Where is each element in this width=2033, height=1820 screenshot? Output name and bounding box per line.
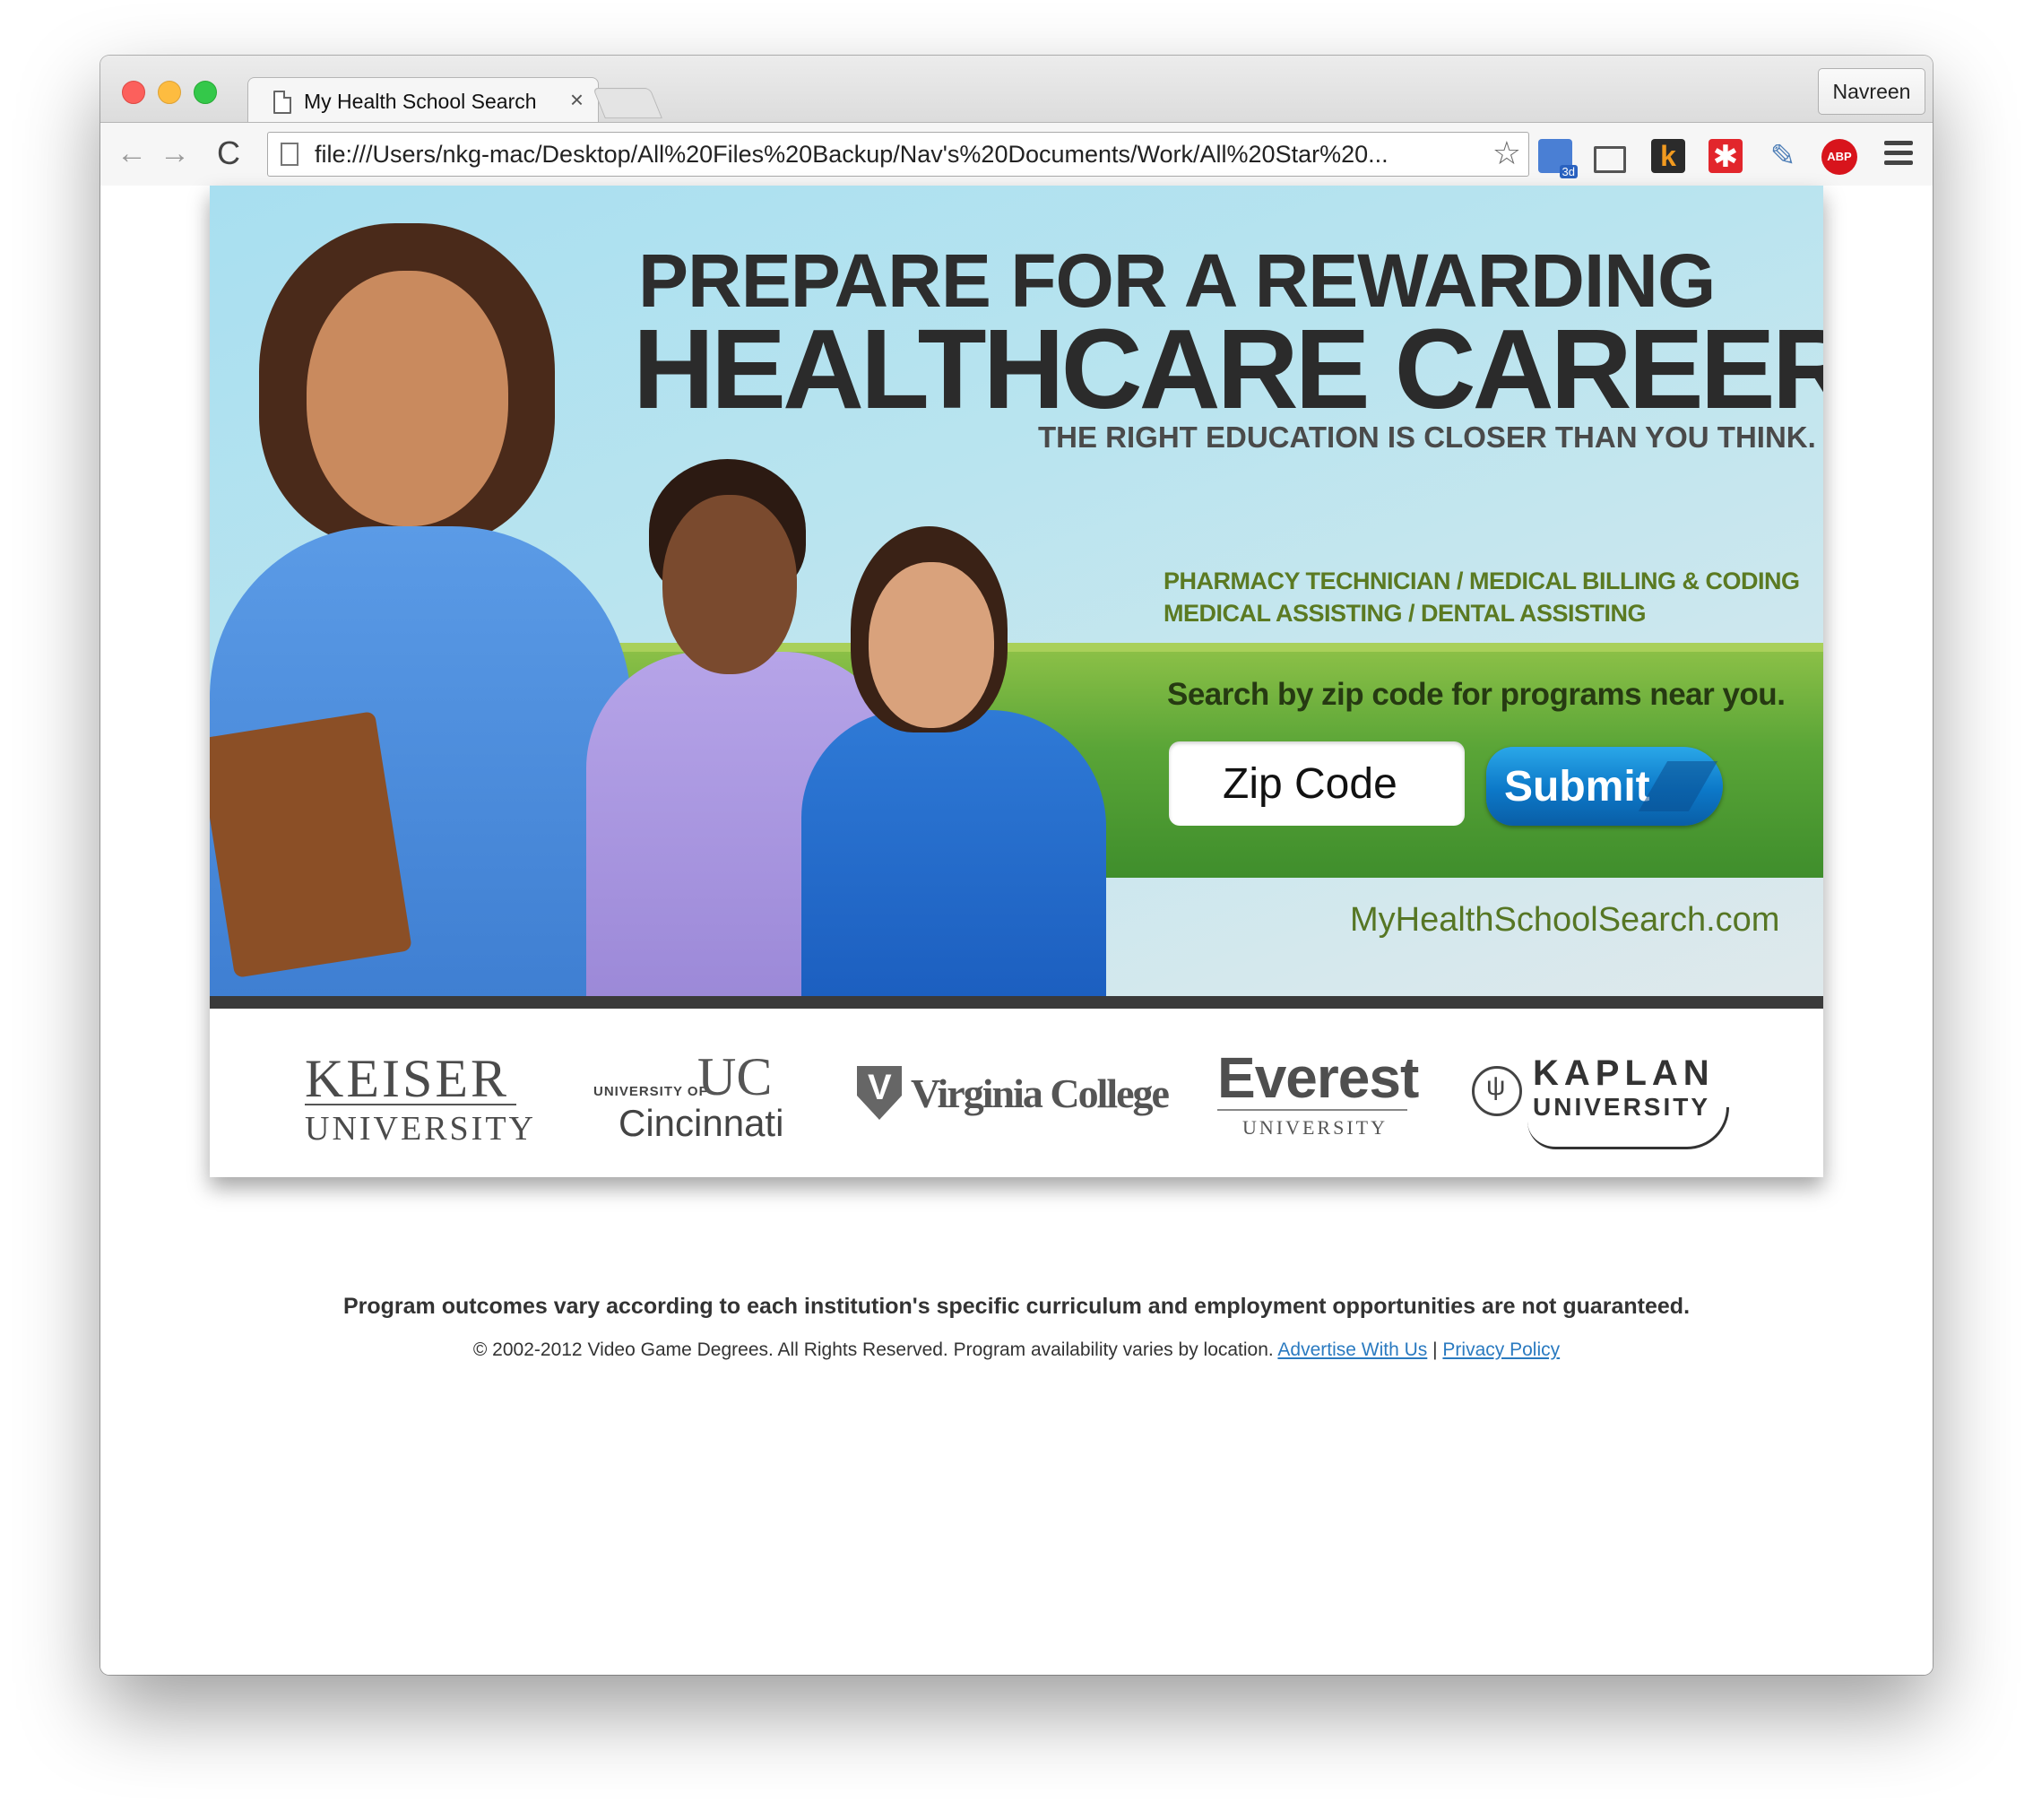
- zip-code-input[interactable]: [1169, 741, 1465, 826]
- footer-copyright-line: © 2002-2012 Video Game Degrees. All Righ…: [100, 1339, 1933, 1361]
- hamburger-menu-icon[interactable]: [1884, 141, 1913, 168]
- kaplan-logo-name: KAPLAN: [1533, 1053, 1715, 1093]
- new-tab-button[interactable]: [593, 88, 662, 118]
- document-icon: [273, 91, 291, 114]
- cincinnati-logo-mark: UC: [697, 1047, 773, 1106]
- close-window-button[interactable]: [122, 81, 145, 104]
- eyedropper-icon[interactable]: ✎: [1766, 139, 1800, 173]
- reload-icon[interactable]: C: [217, 134, 240, 173]
- hero-section: PREPARE FOR A REWARDING HEALTHCARE CAREE…: [210, 186, 1823, 996]
- programs-list-line-2: MEDICAL ASSISTING / DENTAL ASSISTING: [1164, 600, 1647, 627]
- cincinnati-logo-prefix: UNIVERSITY OF: [593, 1084, 708, 1099]
- address-bar-url[interactable]: file:///Users/nkg-mac/Desktop/All%20File…: [315, 141, 1388, 169]
- footer-separator: |: [1427, 1339, 1443, 1360]
- tagline: THE RIGHT EDUCATION IS CLOSER THAN YOU T…: [1038, 420, 1816, 454]
- browser-window: My Health School Search × Navreen ← → C …: [100, 56, 1933, 1675]
- programs-list-line-1: PHARMACY TECHNICIAN / MEDICAL BILLING & …: [1164, 568, 1800, 594]
- cincinnati-logo-name: Cincinnati: [619, 1102, 784, 1144]
- extension-k-icon[interactable]: k: [1651, 139, 1685, 173]
- page-content: PREPARE FOR A REWARDING HEALTHCARE CAREE…: [100, 186, 1933, 1675]
- nurse-2-face: [662, 495, 797, 674]
- nurse-3-scrubs: [801, 710, 1106, 996]
- keiser-logo-rule: [305, 1104, 516, 1105]
- extension-asterisk-icon[interactable]: ✱: [1709, 139, 1743, 174]
- tab-title: My Health School Search: [304, 90, 537, 113]
- zoom-window-button[interactable]: [194, 81, 217, 104]
- profile-button[interactable]: Navreen: [1818, 68, 1925, 115]
- everest-logo-name: Everest: [1217, 1045, 1419, 1110]
- keiser-logo-sub: UNIVERSITY: [305, 1110, 536, 1148]
- back-icon[interactable]: ←: [117, 134, 147, 173]
- outcomes-disclaimer: Program outcomes vary according to each …: [342, 1294, 1691, 1319]
- banner-divider: [210, 996, 1823, 1009]
- advertise-with-us-link[interactable]: Advertise With Us: [1277, 1339, 1427, 1360]
- copyright-text: © 2002-2012 Video Game Degrees. All Righ…: [472, 1339, 1278, 1360]
- browser-toolbar: ← → C file:///Users/nkg-mac/Desktop/All%…: [100, 122, 1933, 186]
- kaplan-emblem-mark: ψ: [1486, 1071, 1506, 1101]
- site-url-text: MyHealthSchoolSearch.com: [1350, 901, 1780, 939]
- extension-3d-icon[interactable]: [1538, 139, 1578, 178]
- page-icon: [281, 143, 298, 166]
- privacy-policy-link[interactable]: Privacy Policy: [1442, 1339, 1560, 1360]
- keiser-logo-name: KEISER: [305, 1049, 509, 1108]
- address-bar[interactable]: file:///Users/nkg-mac/Desktop/All%20File…: [267, 132, 1529, 177]
- close-tab-icon[interactable]: ×: [570, 86, 584, 114]
- everest-logo-sub: UNIVERSITY: [1242, 1116, 1388, 1139]
- nurse-3-face: [869, 562, 994, 728]
- cast-icon[interactable]: [1594, 146, 1626, 173]
- nurse-1-face: [307, 271, 508, 526]
- headline-line-2: HEALTHCARE CAREER: [633, 306, 1823, 432]
- landing-banner: PREPARE FOR A REWARDING HEALTHCARE CAREE…: [210, 186, 1823, 1177]
- tab-my-health-school-search[interactable]: My Health School Search ×: [247, 77, 599, 125]
- kaplan-swoosh: [1527, 1107, 1729, 1149]
- virginia-college-logo-name: Virginia College: [911, 1070, 1170, 1116]
- minimize-window-button[interactable]: [158, 81, 181, 104]
- adblock-icon[interactable]: ABP: [1821, 139, 1857, 175]
- bookmark-star-icon[interactable]: ☆: [1492, 134, 1521, 172]
- forward-icon[interactable]: →: [160, 134, 190, 173]
- zip-search-label: Search by zip code for programs near you…: [1167, 677, 1786, 712]
- virginia-college-mark: V: [868, 1068, 892, 1107]
- tab-strip: My Health School Search × Navreen: [100, 56, 1933, 125]
- everest-logo-rule: [1217, 1109, 1407, 1111]
